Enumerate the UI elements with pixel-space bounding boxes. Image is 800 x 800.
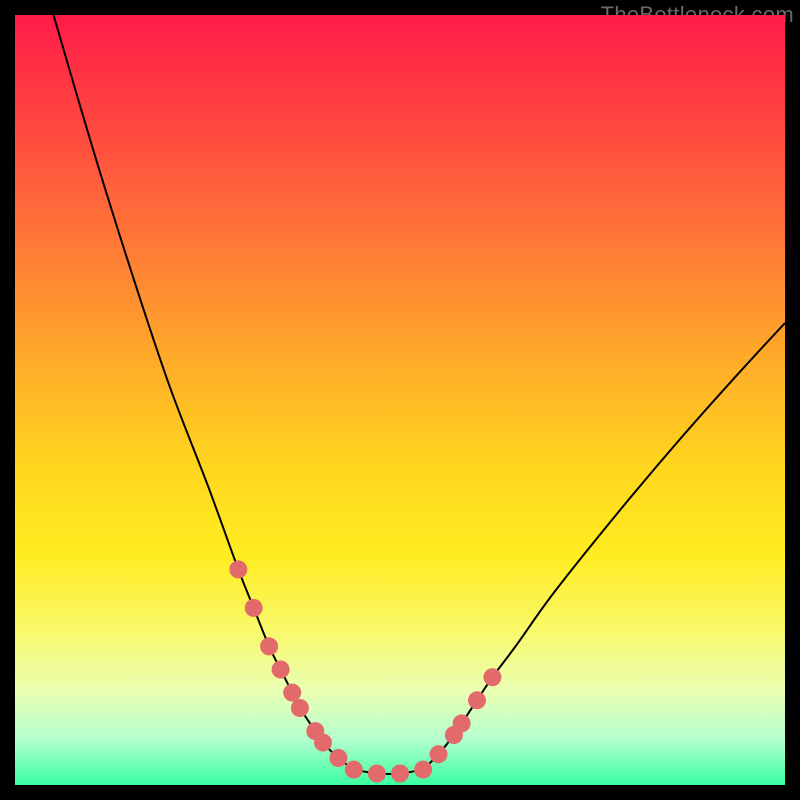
valley-floor <box>354 770 423 774</box>
data-point <box>468 691 486 709</box>
data-point <box>414 761 432 779</box>
data-point-markers <box>229 560 501 782</box>
plot-area <box>15 15 785 785</box>
data-point <box>329 749 347 767</box>
data-point <box>245 599 263 617</box>
data-point <box>291 699 309 717</box>
data-point <box>229 560 247 578</box>
curve-left <box>54 15 354 770</box>
data-point <box>260 637 278 655</box>
data-point <box>283 684 301 702</box>
data-point <box>391 765 409 783</box>
data-point <box>483 668 501 686</box>
data-point <box>345 761 363 779</box>
data-point <box>272 661 290 679</box>
chart-stage: TheBottleneck.com <box>0 0 800 800</box>
data-point <box>368 765 386 783</box>
data-point <box>430 745 448 763</box>
data-point <box>453 714 471 732</box>
data-point <box>314 734 332 752</box>
plot-svg <box>15 15 785 785</box>
